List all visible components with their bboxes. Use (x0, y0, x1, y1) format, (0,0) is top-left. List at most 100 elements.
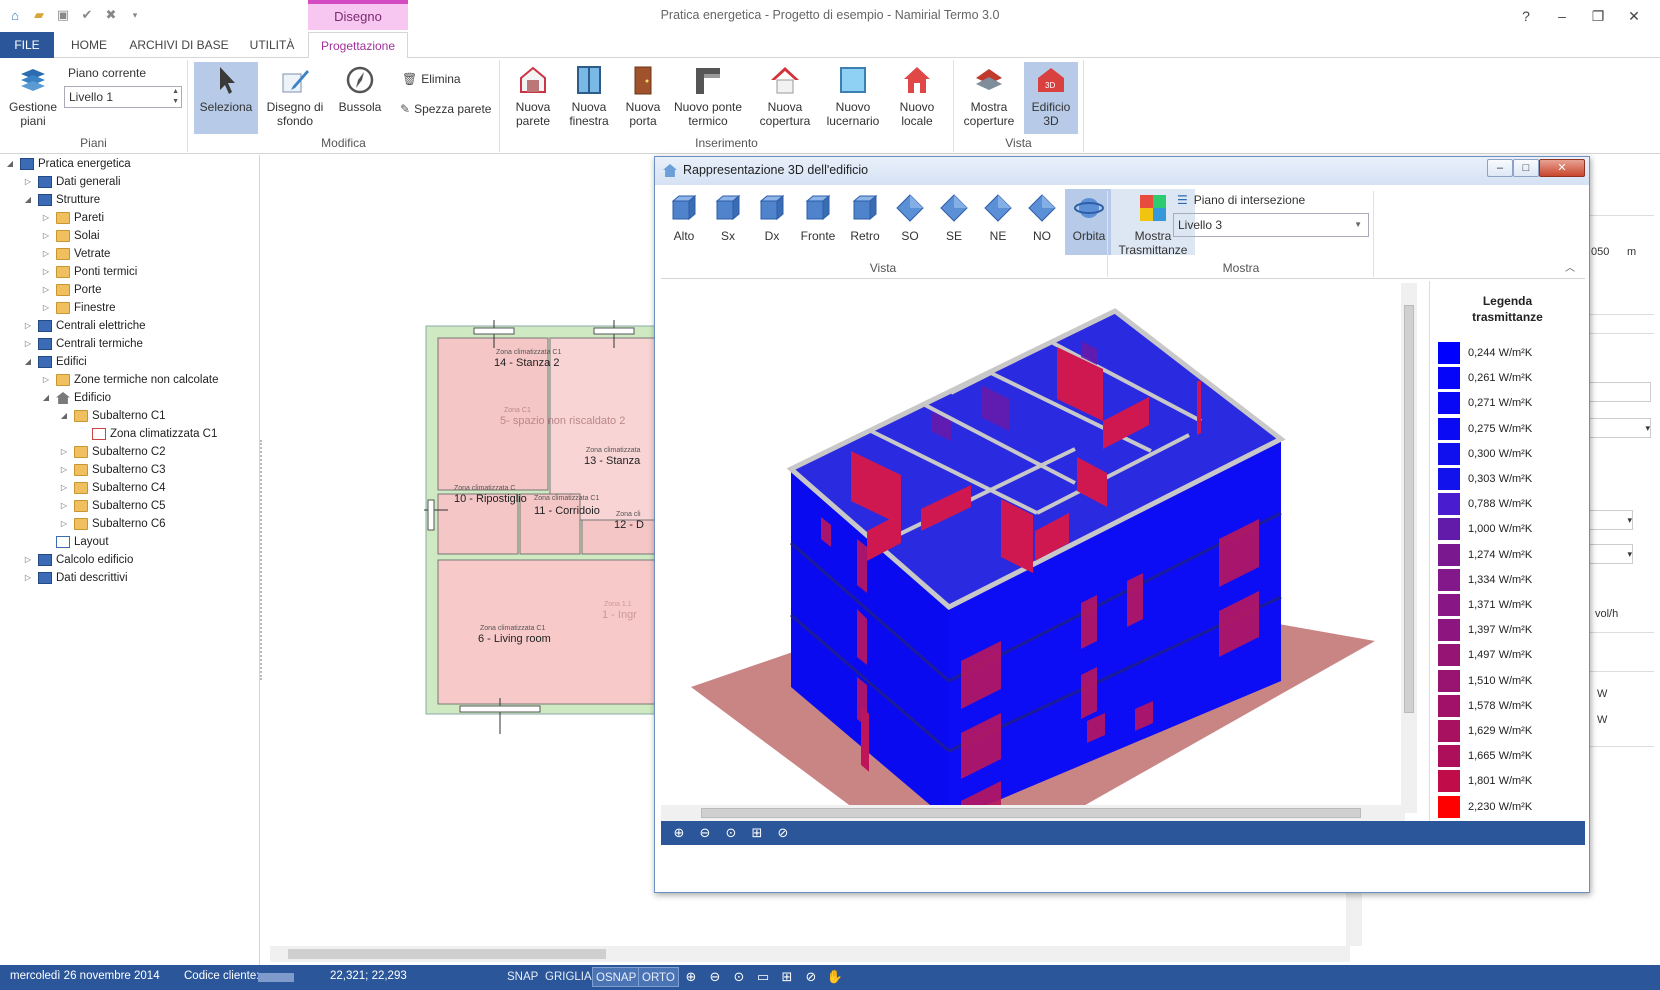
expand-icon[interactable]: ▷ (58, 497, 70, 515)
view-button-se[interactable]: SE (933, 189, 975, 255)
dialog-close-button[interactable]: ✕ (1539, 159, 1585, 177)
zoom-extents-icon[interactable]: ⊞ (747, 823, 767, 843)
expand-icon[interactable]: ▷ (40, 227, 52, 245)
zoom-in-icon[interactable]: ⊕ (682, 968, 700, 986)
tree-node-solai[interactable]: ▷ Solai (40, 227, 100, 245)
expand-icon[interactable]: ▷ (58, 515, 70, 533)
props-dropdown[interactable]: ▾ (1589, 544, 1633, 564)
tree-node-edifici[interactable]: ◢ Edifici (22, 353, 87, 371)
disegno-sfondo-button[interactable]: Disegno di sfondo (262, 62, 328, 134)
nuova-copertura-button[interactable]: Nuova copertura (756, 62, 814, 134)
tree-node-dati-generali[interactable]: ▷ Dati generali (22, 173, 121, 191)
expand-icon[interactable]: ▷ (22, 173, 34, 191)
mostra-coperture-button[interactable]: Mostra coperture (960, 62, 1018, 134)
cancel-icon[interactable]: ✖ (102, 6, 120, 24)
collapse-icon[interactable]: ◢ (22, 191, 34, 209)
view-button-no[interactable]: NO (1021, 189, 1063, 255)
expand-icon[interactable]: ▷ (58, 461, 70, 479)
nuovo-locale-button[interactable]: Nuovo locale (890, 62, 944, 134)
scroll-thumb[interactable] (288, 949, 606, 959)
help-button[interactable]: ? (1508, 4, 1544, 28)
view-button-orbita[interactable]: Orbita (1065, 189, 1113, 255)
expand-icon[interactable]: ▷ (40, 299, 52, 317)
tree-node-subalterno-c1[interactable]: ◢ Subalterno C1 (58, 407, 166, 425)
tree-node-pareti[interactable]: ▷ Pareti (40, 209, 104, 227)
tab-file[interactable]: FILE (0, 32, 54, 58)
expand-icon[interactable]: ▷ (40, 263, 52, 281)
open-folder-icon[interactable]: ▰ (30, 6, 48, 24)
nuovo-ponte-termico-button[interactable]: Nuovo ponte termico (670, 62, 746, 134)
expand-icon[interactable]: ▷ (22, 335, 34, 353)
dialog-maximize-button[interactable]: □ (1513, 159, 1539, 177)
tree-node-subalterno-c4[interactable]: ▷ Subalterno C4 (58, 479, 166, 497)
tree-node-edificio[interactable]: ◢ Edificio (40, 389, 111, 407)
confirm-icon[interactable]: ✔ (78, 6, 96, 24)
tab-archivi-di-base[interactable]: ARCHIVI DI BASE (126, 32, 232, 58)
expand-icon[interactable]: ▷ (40, 245, 52, 263)
snap-toggle[interactable]: SNAP (504, 967, 541, 987)
zoom-previous-icon[interactable]: ⊘ (802, 968, 820, 986)
expand-icon[interactable]: ▷ (40, 209, 52, 227)
expand-icon[interactable]: ▷ (58, 479, 70, 497)
view-button-fronte[interactable]: Fronte (795, 189, 841, 255)
props-input[interactable] (1589, 382, 1651, 402)
scroll-thumb[interactable] (701, 808, 1361, 818)
collapse-icon[interactable]: ◢ (4, 155, 16, 173)
close-button[interactable]: ✕ (1616, 4, 1652, 28)
canvas-vertical-scrollbar[interactable] (1346, 890, 1362, 946)
view-button-retro[interactable]: Retro (843, 189, 887, 255)
view-3d-canvas[interactable] (661, 281, 1419, 805)
spezza-parete-button[interactable]: ✎ Spezza parete (400, 102, 491, 116)
spinner-icon[interactable]: ▲ ▼ (172, 87, 179, 107)
view-button-so[interactable]: SO (889, 189, 931, 255)
minimize-button[interactable]: – (1544, 4, 1580, 28)
tree-node-root[interactable]: ◢ Pratica energetica (4, 155, 131, 173)
expand-icon[interactable]: ▷ (40, 281, 52, 299)
expand-icon[interactable]: ▷ (22, 569, 34, 587)
view-3d-horizontal-scrollbar[interactable] (661, 805, 1405, 821)
tree-node-dati-descrittivi[interactable]: ▷ Dati descrittivi (22, 569, 128, 587)
tab-utilita[interactable]: UTILITÀ (244, 32, 300, 58)
nuovo-lucernario-button[interactable]: Nuovo lucernario (822, 62, 884, 134)
tree-node-layout[interactable]: Layout (40, 533, 109, 551)
floor-plan[interactable]: Zona climatizzata C1 14 - Stanza 2 Zona … (424, 320, 684, 740)
expand-icon[interactable]: ▷ (22, 317, 34, 335)
zoom-window-icon[interactable]: ⊙ (721, 823, 741, 843)
bussola-button[interactable]: Bussola (332, 62, 388, 134)
pan-hand-icon[interactable]: ✋ (826, 968, 844, 986)
dialog-minimize-button[interactable]: – (1487, 159, 1513, 177)
tree-node-subalterno-c2[interactable]: ▷ Subalterno C2 (58, 443, 166, 461)
view-button-dx[interactable]: Dx (751, 189, 793, 255)
view-button-alto[interactable]: Alto (663, 189, 705, 255)
tree-node-calcolo-edificio[interactable]: ▷ Calcolo edificio (22, 551, 133, 569)
view-3d-vertical-scrollbar[interactable] (1401, 283, 1417, 813)
restore-button[interactable]: ❐ (1580, 4, 1616, 28)
collapse-icon[interactable]: ◢ (58, 407, 70, 425)
save-icon[interactable]: ▣ (54, 6, 72, 24)
zoom-out-icon[interactable]: ⊖ (706, 968, 724, 986)
tree-splitter[interactable] (260, 440, 262, 680)
tab-progettazione[interactable]: Progettazione (308, 32, 408, 59)
tree-node-subalterno-c5[interactable]: ▷ Subalterno C5 (58, 497, 166, 515)
qat-customize-icon[interactable]: ▾ (126, 6, 144, 24)
tab-home[interactable]: HOME (62, 32, 116, 58)
orto-toggle[interactable]: ORTO (638, 967, 679, 987)
dialog-title-bar[interactable]: Rappresentazione 3D dell'edificio – □ ✕ (655, 157, 1589, 185)
building-3d-render[interactable] (661, 281, 1419, 805)
osnap-toggle[interactable]: OSNAP (592, 967, 641, 987)
tree-node-centrali-termiche[interactable]: ▷ Centrali termiche (22, 335, 143, 353)
scroll-thumb[interactable] (1404, 305, 1414, 713)
dialog-ribbon-collapse-icon[interactable]: ︿ (1565, 259, 1575, 274)
room-6[interactable] (437, 559, 683, 705)
zoom-previous-icon[interactable]: ⊘ (773, 823, 793, 843)
tree-node-zone-non-calcolate[interactable]: ▷ Zone termiche non calcolate (40, 371, 218, 389)
zoom-out-icon[interactable]: ⊖ (695, 823, 715, 843)
nuova-porta-button[interactable]: Nuova porta (618, 62, 668, 134)
elimina-button[interactable]: 🗑 Elimina (402, 72, 461, 86)
tree-node-ponti-termici[interactable]: ▷ Ponti termici (40, 263, 137, 281)
tree-node-porte[interactable]: ▷ Porte (40, 281, 102, 299)
chevron-down-icon[interactable]: ▼ (1354, 214, 1362, 236)
piano-intersezione-select[interactable]: Livello 3 ▼ (1173, 213, 1369, 237)
zoom-extents-icon[interactable]: ⊞ (778, 968, 796, 986)
zoom-window-icon[interactable]: ⊙ (730, 968, 748, 986)
